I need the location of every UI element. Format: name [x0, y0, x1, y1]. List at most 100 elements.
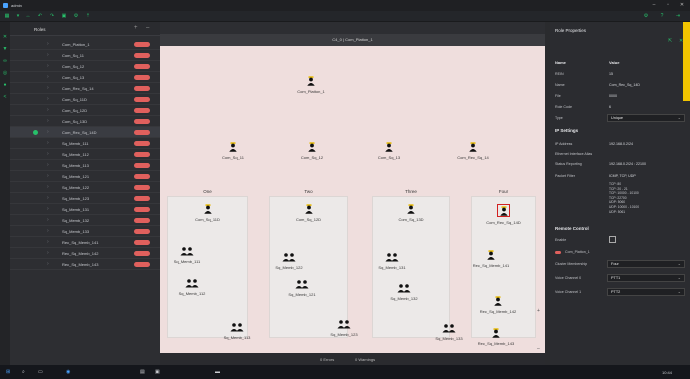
role-toggle[interactable]	[134, 86, 150, 91]
node-root[interactable]: Com_Platton_1	[281, 76, 341, 94]
node-member[interactable]: Sq_Memb_121	[272, 279, 332, 297]
node-member[interactable]: Rec_Sq_Memb_141	[461, 250, 521, 268]
help-icon[interactable]: ?	[658, 13, 666, 20]
node-commander[interactable]: Com_Sq_13	[359, 142, 419, 160]
role-toggle[interactable]	[134, 53, 150, 58]
node-member[interactable]: Sq_Memb_111	[157, 246, 217, 264]
node-commander[interactable]: Com_Sq_12	[282, 142, 342, 160]
node-member[interactable]: Sq_Memb_132	[374, 283, 434, 301]
remote-toggle[interactable]	[555, 251, 561, 254]
role-row[interactable]: › Sq_Memb_111	[10, 138, 160, 149]
node-commander[interactable]: Com_Rec_Sq_14	[443, 142, 503, 160]
chevron-right-icon[interactable]: ›	[47, 173, 49, 179]
filter-icon[interactable]: ▼	[2, 46, 8, 52]
voice1-select[interactable]: PTT1 ⌄	[607, 274, 685, 282]
role-row[interactable]: › Com_Sq_13	[10, 72, 160, 83]
close-icon[interactable]: ✕	[678, 2, 686, 9]
chevron-right-icon[interactable]: ›	[47, 41, 49, 47]
role-row[interactable]: › Sq_Memb_123	[10, 193, 160, 204]
role-toggle[interactable]	[134, 97, 150, 102]
canvas-tab[interactable]: C4_0 | Com_Platton_1	[160, 34, 545, 46]
role-toggle[interactable]	[134, 119, 150, 124]
role-toggle[interactable]	[134, 240, 150, 245]
ip-value[interactable]: ICMP, TCP, UDP	[609, 174, 636, 178]
undo-icon[interactable]: ↶	[36, 13, 44, 20]
role-toggle[interactable]	[134, 207, 150, 212]
chevron-right-icon[interactable]: ›	[47, 162, 49, 168]
chevron-right-icon[interactable]: ›	[47, 96, 49, 102]
minimize-icon[interactable]: –	[650, 2, 658, 9]
node-member[interactable]: Sq_Memb_113	[207, 322, 267, 340]
role-row[interactable]: › Com_Platton_1	[10, 39, 160, 50]
warnings-count[interactable]: 0 Warnings	[355, 357, 375, 362]
maximize-icon[interactable]: ▫	[664, 2, 672, 9]
zoom-out-icon[interactable]: –	[537, 346, 540, 352]
role-toggle[interactable]	[134, 141, 150, 146]
role-row[interactable]: › Com_Sq_11	[10, 50, 160, 61]
role-row[interactable]: › Rec_Sq_Memb_141	[10, 237, 160, 248]
chevron-right-icon[interactable]: ›	[47, 52, 49, 58]
role-toggle[interactable]	[134, 174, 150, 179]
browser-icon[interactable]: ◉	[66, 369, 70, 375]
role-row[interactable]: › Sq_Memb_121	[10, 171, 160, 182]
save-icon[interactable]: ▣	[60, 13, 68, 20]
node-commander[interactable]: Com_Sq_11	[203, 142, 263, 160]
role-row[interactable]: › Sq_Memb_132	[10, 215, 160, 226]
chevron-right-icon[interactable]: ›	[47, 217, 49, 223]
chevron-right-icon[interactable]: ›	[47, 85, 49, 91]
node-member[interactable]: Sq_Memb_131	[362, 252, 422, 270]
node-member[interactable]: Rec_Sq_Memb_143	[466, 328, 526, 346]
taskview-icon[interactable]: ▭	[38, 369, 43, 375]
ip-value[interactable]: 192.168.0.2/24 : 22100	[609, 162, 646, 166]
type-select[interactable]: Unique ⌄	[607, 114, 685, 122]
pin-icon[interactable]: ⇱	[668, 38, 672, 44]
role-row[interactable]: › Sq_Memb_112	[10, 149, 160, 160]
voice2-select[interactable]: PTT2 ⌄	[607, 288, 685, 296]
role-toggle[interactable]	[134, 262, 150, 267]
chevron-right-icon[interactable]: ›	[47, 228, 49, 234]
enable-checkbox[interactable]	[609, 236, 616, 243]
app-taskbar-icon[interactable]: ▣	[155, 369, 160, 375]
start-icon[interactable]: ⊞	[6, 369, 10, 375]
arrows-icon[interactable]: ↔	[24, 13, 32, 20]
zoom-in-icon[interactable]: +	[537, 308, 540, 314]
chevron-right-icon[interactable]: ›	[47, 206, 49, 212]
role-row[interactable]: › Rec_Sq_Memb_143	[10, 259, 160, 270]
redo-icon[interactable]: ↷	[48, 13, 56, 20]
role-row[interactable]: › Com_Rec_Sq_14D	[10, 127, 160, 138]
chevron-right-icon[interactable]: ›	[47, 261, 49, 267]
role-toggle[interactable]	[134, 130, 150, 135]
globe-icon[interactable]: ◎	[2, 70, 8, 76]
link-icon[interactable]: ∞	[2, 58, 8, 64]
ip-value[interactable]: 192.168.0.2/24	[609, 142, 633, 146]
chevron-right-icon[interactable]: ›	[47, 107, 49, 113]
role-toggle[interactable]	[134, 152, 150, 157]
role-toggle[interactable]	[134, 229, 150, 234]
node-squad-lead[interactable]: Com_Rec_Sq_14D	[474, 204, 534, 225]
chevron-right-icon[interactable]: ›	[47, 63, 49, 69]
role-toggle[interactable]	[134, 108, 150, 113]
role-toggle[interactable]	[134, 42, 150, 47]
upload-icon[interactable]: ⇡	[84, 13, 92, 20]
role-row[interactable]: › Sq_Memb_133	[10, 226, 160, 237]
role-row[interactable]: › Sq_Memb_113	[10, 160, 160, 171]
chevron-right-icon[interactable]: ›	[47, 74, 49, 80]
role-toggle[interactable]	[134, 251, 150, 256]
node-squad-lead[interactable]: Com_Sq_11D	[178, 204, 238, 222]
chevron-right-icon[interactable]: ›	[47, 184, 49, 190]
node-icon[interactable]: ●	[2, 82, 8, 88]
role-row[interactable]: › Sq_Memb_131	[10, 204, 160, 215]
add-role-button[interactable]: +	[134, 25, 138, 31]
share-icon[interactable]: <	[2, 94, 8, 100]
role-row[interactable]: › Com_Rec_Sq_14	[10, 83, 160, 94]
chevron-down-icon[interactable]: ▾	[14, 13, 22, 20]
settings-icon[interactable]: ⚙	[72, 13, 80, 20]
chevron-right-icon[interactable]: ›	[47, 250, 49, 256]
role-row[interactable]: › Com_Sq_11D	[10, 94, 160, 105]
role-row[interactable]: › Com_Sq_12D	[10, 105, 160, 116]
chevron-right-icon[interactable]: ›	[47, 140, 49, 146]
role-row[interactable]: › Com_Sq_13D	[10, 116, 160, 127]
folder-icon[interactable]: ▤	[140, 369, 145, 375]
role-row[interactable]: › Com_Sq_12	[10, 61, 160, 72]
close-panel-icon[interactable]: ✕	[2, 34, 8, 40]
